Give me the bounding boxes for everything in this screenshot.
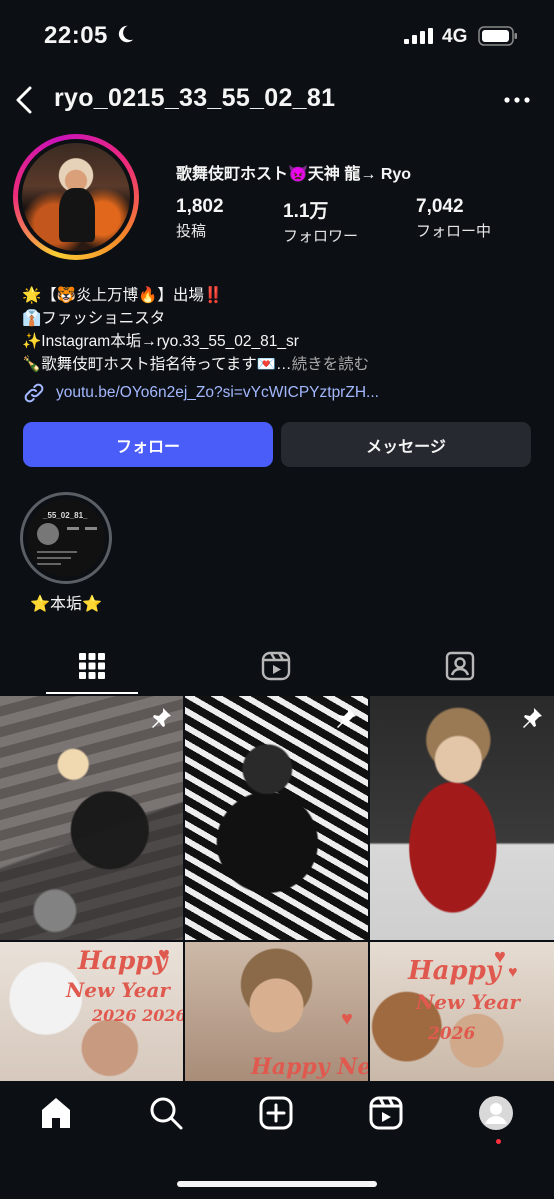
header-username: ryo_0215_33_55_02_81 — [54, 84, 336, 112]
stat-followers-label: フォロワー — [283, 228, 359, 245]
moon-icon — [118, 25, 134, 43]
tab-posts[interactable] — [0, 636, 184, 696]
status-time: 22:05 — [44, 22, 108, 49]
battery-icon — [478, 26, 517, 46]
pin-icon — [152, 708, 171, 728]
post-thumbnail[interactable]: ♥ Happy New — [185, 942, 368, 1081]
profile-link-text: youtu.be/OYo6n2ej_Zo?si=vYcWICPYztprZH..… — [56, 384, 379, 401]
profile-link[interactable]: youtu.be/OYo6n2ej_Zo?si=vYcWICPYztprZH..… — [22, 380, 379, 406]
grid-icon — [79, 653, 105, 679]
pin-icon — [337, 708, 356, 728]
highlight-cover-text — [37, 563, 61, 565]
post-overlay-text: Happy — [78, 946, 168, 975]
profile-tabs — [0, 636, 554, 696]
highlight-cover-text — [37, 557, 71, 559]
status-bar: 22:05 4G — [0, 0, 554, 70]
pin-icon — [523, 708, 542, 728]
highlight-cover-stat — [85, 527, 97, 530]
bio-more-link[interactable]: 続きを読む — [292, 356, 370, 373]
post-overlay-text: New Year — [416, 990, 520, 1014]
back-arrow-icon[interactable] — [10, 82, 40, 118]
stat-following-label: フォロー中 — [416, 223, 492, 240]
create-icon — [259, 1096, 293, 1130]
more-options-icon[interactable] — [502, 88, 532, 112]
post-thumbnail[interactable] — [370, 696, 554, 940]
bio-line: 🌟【🐯炎上万博🔥】出場‼️ — [22, 287, 224, 304]
notification-dot — [496, 1139, 501, 1144]
network-label: 4G — [442, 26, 468, 47]
active-tab-indicator — [46, 692, 138, 694]
post-overlay-text: Happy — [408, 956, 501, 986]
tab-reels[interactable] — [184, 636, 368, 696]
highlight-label: ⭐️本垢⭐️ — [30, 596, 102, 613]
story-highlight[interactable]: _55_02_81_ ⭐️本垢⭐️ — [20, 492, 112, 614]
post-thumbnail[interactable]: ♥ Happy ♥ New Year 2026 — [370, 942, 554, 1081]
nav-reels[interactable] — [368, 1095, 408, 1135]
highlight-cover-title: _55_02_81_ — [43, 511, 88, 520]
profile-avatar-icon — [479, 1096, 513, 1130]
nav-profile[interactable] — [478, 1095, 518, 1135]
post-overlay-text: Happy New — [251, 1054, 368, 1080]
tab-tagged[interactable] — [368, 636, 552, 696]
highlight-cover-ring: _55_02_81_ — [20, 492, 112, 584]
nav-search[interactable] — [148, 1095, 188, 1135]
stat-following[interactable]: 7,042 フォロー中 — [416, 196, 491, 241]
highlight-cover: _55_02_81_ — [27, 499, 105, 577]
highlight-cover-stat — [67, 527, 79, 530]
search-icon — [150, 1097, 183, 1130]
post-grid: Happy ♥ New Year 2026 2026 ♥ Happy New ♥… — [0, 696, 554, 1081]
heart-icon: ♥ — [341, 1008, 353, 1030]
home-indicator — [177, 1181, 377, 1187]
profile-stats: 1,802 投稿 1.1万 フォロワー 7,042 フォロー中 — [0, 196, 554, 246]
stat-posts-count: 1,802 — [176, 196, 224, 217]
stat-posts-label: 投稿 — [176, 223, 207, 240]
reels-icon — [369, 1096, 403, 1130]
bio-line: 🍾歌舞伎町ホスト指名待ってます💌… — [22, 356, 292, 373]
heart-icon: ♥ — [508, 964, 518, 981]
post-overlay-text: New Year — [66, 978, 170, 1002]
tagged-icon — [445, 651, 475, 681]
bio-line-last: 🍾歌舞伎町ホスト指名待ってます💌…続きを読む — [22, 353, 542, 376]
bio-line: ✨Instagram本垢→ryo.33_55_02_81_sr — [22, 333, 299, 350]
stat-following-count: 7,042 — [416, 196, 464, 217]
post-thumbnail[interactable] — [0, 696, 183, 940]
follow-button[interactable]: フォロー — [23, 422, 273, 467]
post-overlay-text: 2026 — [428, 1024, 476, 1044]
stat-followers[interactable]: 1.1万 フォロワー — [283, 196, 358, 246]
display-name: 歌舞伎町ホスト👿天神 龍→ Ryo — [176, 166, 412, 183]
link-icon — [24, 383, 44, 403]
heart-icon: ♥ — [158, 944, 170, 966]
post-thumbnail[interactable] — [185, 696, 368, 940]
post-thumbnail[interactable]: Happy ♥ New Year 2026 2026 — [0, 942, 183, 1081]
message-button[interactable]: メッセージ — [281, 422, 531, 467]
highlight-cover-avatar — [37, 523, 59, 545]
nav-create[interactable] — [258, 1095, 298, 1135]
nav-home[interactable] — [38, 1095, 78, 1135]
bio-line: 👔ファッショニスタ — [22, 310, 166, 327]
profile-bio: 🌟【🐯炎上万博🔥】出場‼️ 👔ファッショニスタ ✨Instagram本垢→ryo… — [22, 284, 542, 376]
profile-header: ryo_0215_33_55_02_81 — [0, 78, 554, 122]
stat-posts[interactable]: 1,802 投稿 — [176, 196, 224, 241]
home-icon — [42, 1098, 70, 1128]
reels-icon — [261, 651, 291, 681]
stat-followers-count: 1.1万 — [283, 201, 329, 222]
signal-icon — [404, 28, 433, 44]
highlight-cover-text — [37, 551, 77, 553]
post-overlay-text: 2026 2026 — [92, 1006, 183, 1025]
